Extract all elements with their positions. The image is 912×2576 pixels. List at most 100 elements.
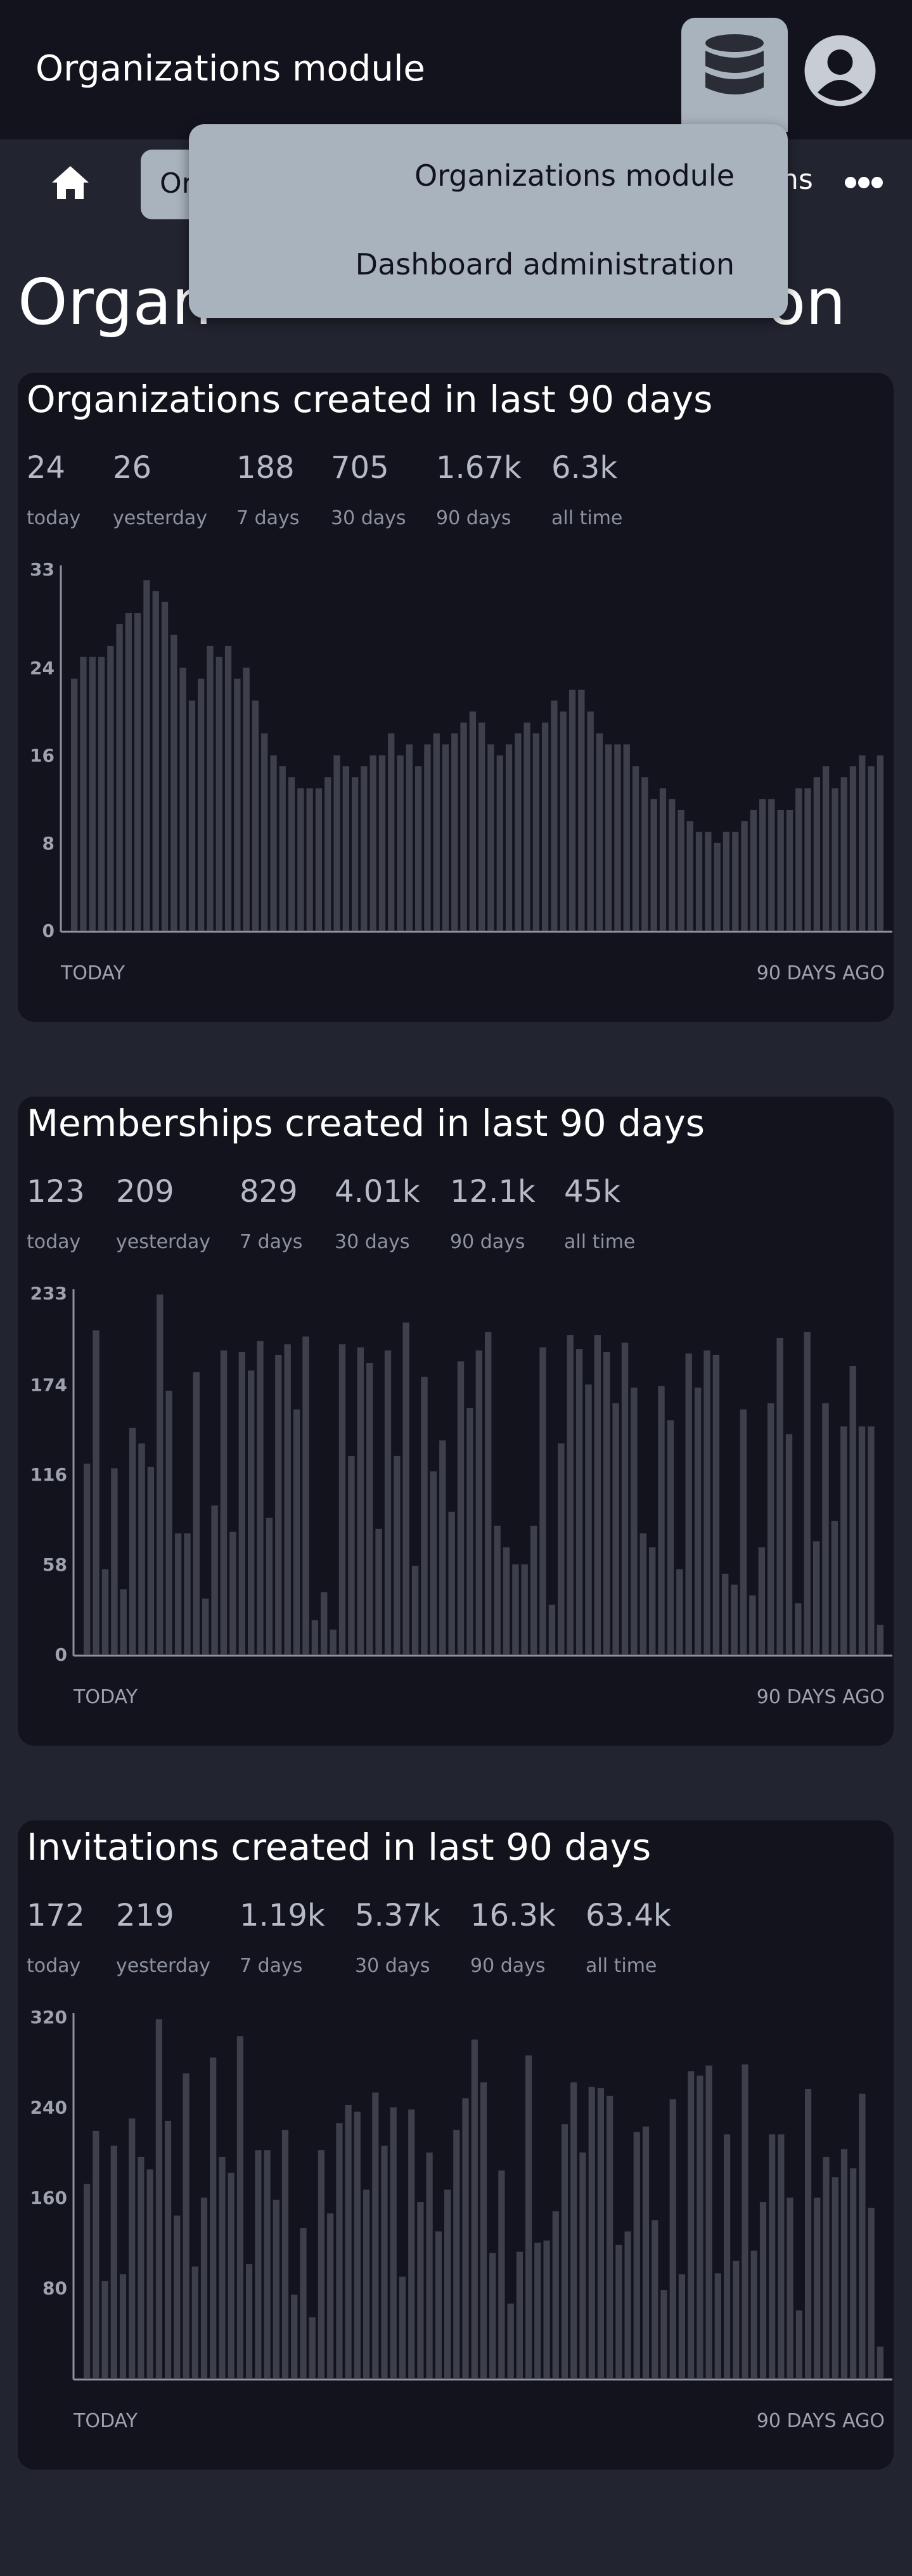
chart-bar (101, 2281, 108, 2378)
chart-bar (650, 799, 657, 931)
chart-bar (460, 722, 467, 931)
menu-item-organizations-module[interactable]: Organizations module (414, 158, 735, 193)
chart-bar (534, 2243, 541, 2379)
module-dropdown-menu: Organizations module Dashboard administr… (189, 124, 788, 318)
chart-bar (444, 2189, 451, 2378)
chart-bar (255, 2150, 262, 2378)
chart-bar (767, 1403, 774, 1654)
chart-bar (758, 1547, 765, 1654)
nav-tab-label: Or (160, 167, 193, 200)
chart-bar (363, 2189, 370, 2378)
chart-bar (659, 788, 667, 931)
chart-bar (270, 755, 277, 931)
chart-bar (457, 1361, 465, 1654)
app-title: Organizations module (35, 48, 425, 89)
chart-bar (813, 777, 820, 931)
chart-bar (293, 1409, 300, 1654)
stat-90days-value: 12.1k (450, 1174, 536, 1209)
chart-bar (750, 810, 757, 931)
chart-bar (273, 2199, 279, 2378)
chart-bar (155, 2019, 162, 2378)
chart-bar (703, 1350, 710, 1654)
chart-bar (302, 1336, 309, 1654)
chart-bar (669, 2099, 676, 2378)
chart-bar (579, 2152, 586, 2379)
chart-bar (93, 1330, 100, 1654)
chart-bar (868, 2208, 875, 2378)
chart-bar (558, 1443, 565, 1654)
chart-bar (469, 711, 476, 931)
chart-bar (523, 722, 530, 931)
more-dots-icon[interactable] (844, 176, 883, 189)
chart-bar (234, 678, 241, 931)
chart-bar (426, 2152, 433, 2379)
chart-bar (442, 744, 449, 931)
chart-bar (759, 799, 766, 931)
chart-bar (129, 2118, 136, 2378)
chart-bar (712, 1355, 720, 1654)
chart-bar (202, 1598, 209, 1654)
chart-bar (184, 1533, 191, 1654)
stat-7days-label: 7 days (240, 1231, 303, 1253)
database-icon (705, 34, 764, 94)
chart-bar (89, 657, 96, 931)
chart-bar (568, 690, 576, 931)
chart-bar (787, 2198, 793, 2378)
chart-bar (107, 645, 114, 931)
chart-bar (585, 1384, 592, 1654)
chart-bar (279, 766, 286, 931)
menu-item-dashboard-administration[interactable]: Dashboard administration (356, 247, 735, 281)
chart-bar (257, 1341, 264, 1654)
chart-bar (705, 832, 712, 931)
user-avatar-icon[interactable] (804, 34, 877, 107)
chart-bar (868, 766, 875, 931)
chart-bar (530, 1526, 537, 1654)
stat-90days-value: 1.67k (436, 450, 522, 486)
chart-bar (224, 645, 232, 931)
chart-bar (714, 2273, 721, 2378)
chart-bar (366, 1363, 373, 1654)
stat-30days-value: 5.37k (355, 1898, 440, 1933)
stat-today-value: 123 (27, 1174, 85, 1209)
chart-bar (275, 1355, 282, 1654)
database-menu-button[interactable] (681, 18, 788, 132)
chart-bar (120, 1589, 127, 1654)
chart-bar (475, 1350, 482, 1654)
chart-bar (430, 1471, 437, 1654)
chart-bar (652, 2220, 658, 2378)
chart-bar (539, 1347, 546, 1654)
stat-today-value: 24 (27, 450, 66, 486)
chart-bar (191, 2266, 198, 2378)
chart-bar (211, 1505, 218, 1654)
chart-bar (480, 2082, 487, 2378)
chart-bar (688, 2071, 695, 2378)
chart-bar (731, 1584, 738, 1654)
chart-bar (327, 2213, 334, 2378)
chart-bar (594, 1335, 601, 1654)
chart-bar (394, 1455, 401, 1654)
chart-bar (607, 2096, 613, 2378)
chart-bar (877, 755, 883, 931)
chart-bar (621, 1343, 629, 1654)
home-icon[interactable] (51, 165, 90, 200)
chart-bar (198, 678, 205, 931)
chart-bar (372, 2092, 379, 2378)
chart-bar (417, 2202, 424, 2378)
chart-bar (238, 1352, 245, 1654)
chart-bar (174, 1533, 182, 1654)
chart-bar (733, 2260, 740, 2379)
chart-bar (134, 613, 141, 931)
chart-bar (288, 777, 295, 931)
chart-bar (147, 1467, 155, 1654)
chart-bar (658, 1386, 665, 1654)
chart-bar (512, 1564, 519, 1654)
organizations-bar-chart: 0 8 16 24 33 (30, 559, 892, 941)
chart-bar (612, 1403, 619, 1654)
chart-bar (318, 2150, 324, 2378)
chart-bar (408, 2109, 415, 2378)
y-tick-label: 116 (30, 1464, 67, 1485)
chart-bar (451, 733, 458, 931)
chart-bar (210, 2058, 217, 2378)
chart-bar (515, 733, 522, 931)
stat-alltime-value: 6.3k (551, 450, 618, 486)
